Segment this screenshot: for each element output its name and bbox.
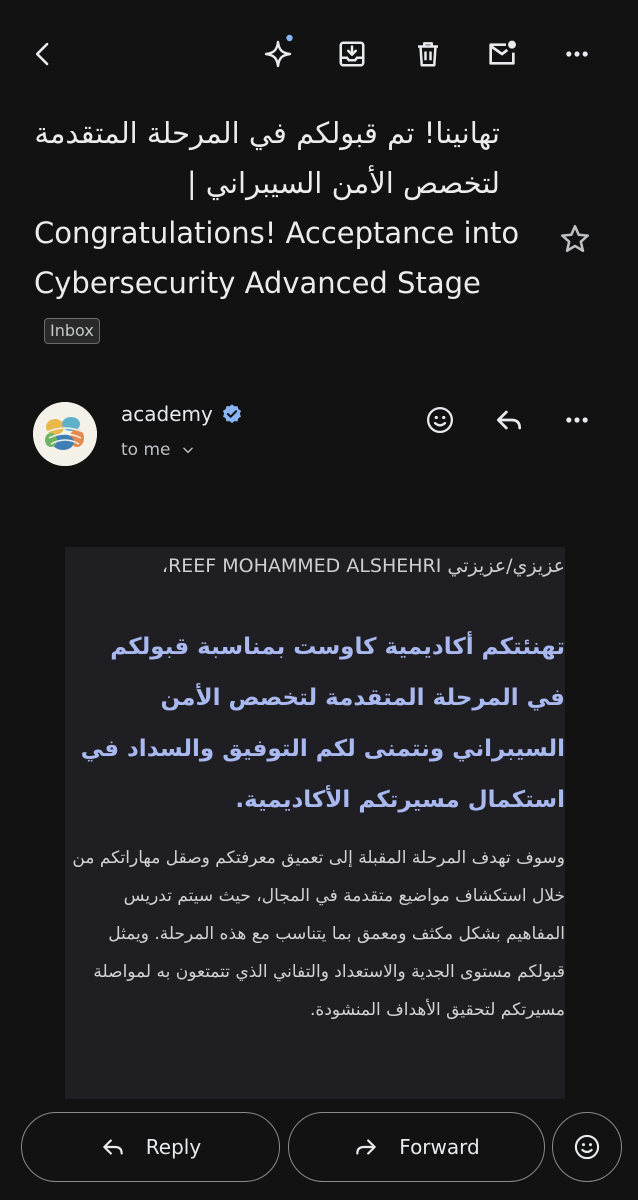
gemini-button[interactable]: [254, 30, 302, 78]
forward-button[interactable]: Forward: [288, 1112, 545, 1182]
recipient-details-toggle[interactable]: to me: [121, 440, 195, 460]
verified-badge-icon: [222, 404, 241, 424]
email-body: عزيزي/عزيزتي REEF MOHAMMED ALSHEHRI، تهن…: [65, 547, 565, 1099]
emoji-icon: [427, 407, 453, 433]
subject-english-text: Congratulations! Acceptance into Cyberse…: [34, 216, 520, 300]
top-app-bar: [0, 0, 638, 106]
more-horiz-icon: [566, 417, 588, 423]
more-options-button[interactable]: [553, 30, 601, 78]
academy-logo: [33, 402, 97, 466]
forward-label: Forward: [399, 1135, 480, 1159]
message-more-button[interactable]: [555, 398, 599, 442]
inbox-label-chip[interactable]: Inbox: [44, 318, 100, 344]
archive-button[interactable]: [328, 30, 376, 78]
mark-unread-button[interactable]: [478, 30, 526, 78]
sender-line: academy: [121, 402, 243, 426]
body-paragraph: وسوف تهدف المرحلة المقبلة إلى تعميق معرف…: [72, 848, 565, 1020]
mark-unread-icon: [489, 40, 516, 65]
sparkle-icon: [264, 34, 293, 68]
reply-icon-button[interactable]: [487, 398, 531, 442]
subject-arabic-line-2: لتخصص الأمن السيبراني |: [186, 166, 500, 200]
back-arrow-icon: [35, 42, 49, 66]
emoji-icon: [574, 1134, 600, 1160]
chevron-down-icon: [182, 447, 193, 454]
sender-avatar[interactable]: [33, 402, 97, 466]
back-button[interactable]: [19, 30, 67, 78]
reply-icon: [103, 1139, 123, 1155]
subject-arabic-line-1: تهانينا! تم قبولكم في المرحلة المتقدمة: [34, 116, 500, 150]
forward-icon: [356, 1139, 377, 1155]
subject-english: Congratulations! Acceptance into Cyberse…: [34, 208, 534, 358]
recipient-text: to me: [121, 440, 171, 460]
reply-icon: [497, 410, 521, 430]
delete-button[interactable]: [404, 30, 452, 78]
sender-name[interactable]: academy: [121, 402, 213, 426]
reply-button[interactable]: Reply: [21, 1112, 280, 1182]
star-button[interactable]: [552, 216, 598, 262]
trash-icon: [418, 42, 438, 67]
greeting: عزيزي/عزيزتي REEF MOHAMMED ALSHEHRI،: [161, 555, 565, 577]
reply-label: Reply: [145, 1135, 202, 1159]
lead-paragraph: تهنئتكم أكاديمية كاوست بمناسبة قبولكم في…: [80, 634, 565, 813]
add-reaction-button[interactable]: [418, 398, 462, 442]
star-icon: [560, 224, 590, 253]
more-horiz-icon: [566, 51, 588, 57]
emoji-reaction-button[interactable]: [552, 1112, 622, 1182]
archive-icon: [339, 41, 365, 67]
email-subject: تهانينا! تم قبولكم في المرحلة المتقدمة ل…: [34, 108, 534, 358]
